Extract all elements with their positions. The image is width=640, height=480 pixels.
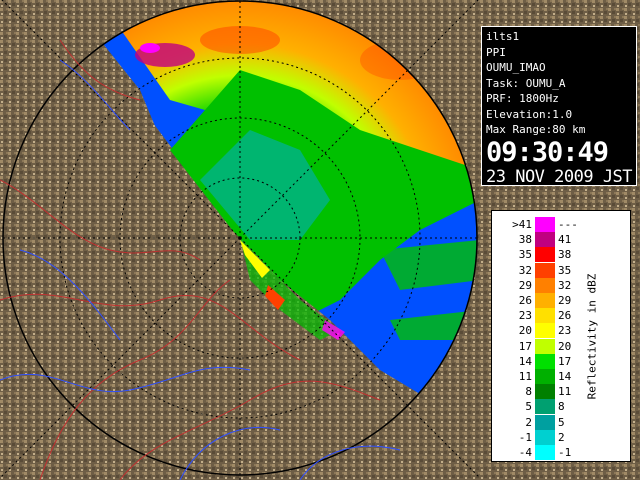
legend-row: 8 11 [492,384,630,400]
legend-high-value: -1 [558,446,572,459]
legend-swatch [535,247,555,263]
legend-swatch [535,308,555,324]
site-label: OUMU_IMAO [486,61,546,74]
date-display: 23 NOV 2009 JST [486,166,633,187]
station-label: ilts1 [486,30,520,43]
legend-low-value: -1 [518,430,532,444]
legend-swatch [535,262,555,278]
legend-low-value: 5 [525,400,532,414]
legend-high-value: --- [558,218,578,231]
legend-row: 11 14 [492,369,630,384]
legend-high-value: 41 [558,233,572,247]
legend-swatch [535,414,555,430]
legend-swatch [535,399,555,415]
legend-swatch [535,217,555,232]
legend-row: 29 32 [492,277,630,293]
legend-low-value: 14 [518,354,532,368]
legend-low-value: 23 [518,309,532,323]
legend-row: >41 --- [492,217,630,232]
legend-row: 32 35 [492,262,630,278]
legend-high-value: 5 [558,415,565,429]
legend-low-value: 20 [518,324,532,338]
legend-title: Reflectivity in dBZ [585,273,599,400]
legend-swatch [535,353,555,369]
legend-low-value: >41 [512,218,532,231]
legend-low-value: -4 [518,446,532,459]
legend-swatch [535,293,555,308]
legend-row: -1 2 [492,429,630,445]
legend-row: 25 [492,414,630,430]
legend-low-value: 32 [518,263,532,277]
prf-label: PRF: 1800Hz [486,92,559,105]
legend-row: -4 -1 [492,445,630,460]
legend-swatch [535,445,555,460]
legend-swatch [535,232,555,248]
time-display: 09:30:49 [486,136,609,168]
legend-swatch [535,277,555,293]
legend-low-value: 17 [518,339,532,353]
legend-swatch [535,429,555,445]
legend-row: 26 29 [492,293,630,308]
legend: >41 --- 38 41 35 38 32 35 29 32 26 29 23 26 20 23 17 20 14… [491,210,631,462]
legend-row: 20 23 [492,323,630,339]
legend-swatch [535,384,555,400]
legend-swatch [535,323,555,339]
legend-row: 23 26 [492,308,630,324]
radar-display: ilts1 PPI OUMU_IMAO Task: OUMU_A PRF: 18… [0,0,640,480]
legend-row: 38 41 [492,232,630,248]
legend-swatch [535,338,555,354]
legend-low-value: 26 [518,294,532,307]
max-range-label: Max Range:80 km [486,123,586,136]
legend-low-value: 29 [518,278,532,292]
legend-low-value: 11 [518,370,532,383]
legend-row: 14 17 [492,353,630,369]
legend-row: 58 [492,399,630,415]
info-panel: ilts1 PPI OUMU_IMAO Task: OUMU_A PRF: 18… [481,26,637,186]
legend-swatch [535,369,555,384]
task-label: Task: OUMU_A [486,76,566,90]
legend-low-value: 8 [525,385,532,399]
legend-row: 17 20 [492,338,630,354]
elevation-label: Elevation:1.0 [486,107,573,121]
legend-low-value: 35 [518,248,532,262]
legend-high-value: 2 [558,430,565,444]
legend-low-value: 2 [525,415,532,429]
legend-row: 35 38 [492,247,630,263]
legend-low-value: 38 [518,233,532,247]
product-label: PPI [486,45,506,59]
